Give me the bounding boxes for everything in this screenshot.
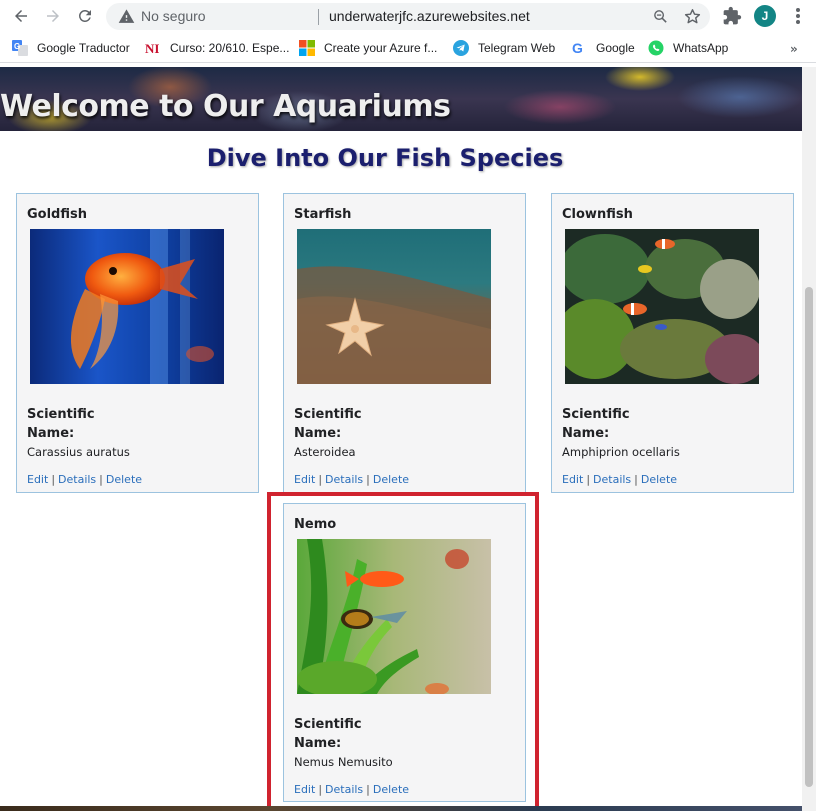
scientific-name-label: Scientific Name: — [27, 407, 95, 441]
bookmark-star-icon[interactable] — [683, 7, 702, 26]
bookmark-label: Google Traductor — [37, 41, 130, 55]
fish-card-clownfish: Clownfish Scientific Name: Amphiprion oc… — [551, 193, 794, 493]
highlight-box — [267, 492, 539, 811]
bookmarks-bar: G Google Traductor NI Curso: 20/610. Esp… — [0, 33, 816, 63]
link-separator: | — [634, 473, 638, 486]
details-link[interactable]: Details — [593, 473, 631, 486]
page-subtitle: Dive Into Our Fish Species — [206, 144, 564, 172]
edit-link[interactable]: Edit — [562, 473, 583, 486]
hero-title: Welcome to Our Aquariums — [0, 89, 451, 124]
link-separator: | — [51, 473, 56, 486]
delete-link[interactable]: Delete — [373, 473, 409, 486]
edit-link[interactable]: Edit — [294, 473, 315, 486]
ni-icon: NI — [145, 40, 161, 56]
bookmark-google[interactable]: G Google — [571, 39, 635, 57]
security-label[interactable]: No seguro — [141, 8, 206, 24]
google-icon: G — [571, 40, 587, 56]
bookmark-label: Curso: 20/610. Espe... — [170, 41, 290, 55]
footer-strip — [0, 806, 802, 811]
address-bar[interactable]: No seguro underwaterjfc.azurewebsites.ne… — [106, 3, 710, 30]
bookmark-google-translate[interactable]: G Google Traductor — [12, 39, 130, 57]
scientific-name-value: Asteroidea — [294, 445, 356, 459]
bookmark-label: Telegram Web — [478, 41, 556, 55]
details-link[interactable]: Details — [325, 473, 363, 486]
extensions-icon[interactable] — [722, 6, 742, 26]
delete-link[interactable]: Delete — [106, 473, 142, 486]
bookmark-label: Create your Azure f... — [324, 41, 438, 55]
card-actions: Edit | Details | Delete — [294, 473, 409, 486]
google-translate-icon: G — [12, 40, 28, 56]
fish-card-starfish: Starfish Scientific Name: Asteroidea Edi… — [283, 193, 526, 493]
bookmark-label: Google — [596, 41, 635, 55]
fish-photo-goldfish — [30, 229, 224, 384]
scientific-name-value: Amphiprion ocellaris — [562, 445, 680, 459]
reload-icon — [78, 9, 91, 22]
card-actions: Edit | Details | Delete — [562, 473, 677, 486]
browser-toolbar: No seguro underwaterjfc.azurewebsites.ne… — [0, 0, 816, 33]
bookmarks-overflow-button[interactable]: » — [790, 42, 798, 56]
page-viewport: Welcome to Our Aquariums Dive Into Our F… — [0, 67, 802, 811]
menu-kebab-icon[interactable] — [790, 6, 806, 26]
bookmark-telegram[interactable]: Telegram Web — [453, 39, 555, 57]
page-scrollbar[interactable] — [802, 67, 816, 811]
scientific-name-value: Carassius auratus — [27, 445, 130, 459]
arrow-right-icon — [47, 10, 59, 22]
link-separator: | — [586, 473, 591, 486]
microsoft-icon — [299, 40, 315, 56]
fish-photo-clownfish — [565, 229, 759, 384]
fish-name: Starfish — [294, 207, 352, 222]
telegram-icon — [453, 40, 469, 56]
svg-text:G: G — [14, 42, 20, 51]
omnibox-divider — [318, 9, 319, 25]
fish-name: Goldfish — [27, 207, 87, 222]
svg-text:G: G — [572, 40, 583, 56]
scrollbar-thumb[interactable] — [805, 287, 813, 787]
zoom-icon[interactable] — [652, 8, 669, 25]
bookmark-curso[interactable]: NI Curso: 20/610. Espe... — [145, 39, 289, 57]
bookmark-azure[interactable]: Create your Azure f... — [299, 39, 437, 57]
card-actions: Edit | Details | Delete — [27, 473, 142, 486]
delete-link[interactable]: Delete — [641, 473, 677, 486]
whatsapp-icon — [648, 40, 664, 56]
hero-banner: Welcome to Our Aquariums — [0, 67, 802, 131]
url-text[interactable]: underwaterjfc.azurewebsites.net — [329, 8, 530, 24]
warning-icon — [118, 9, 135, 23]
fish-photo-starfish — [297, 229, 491, 384]
link-separator: | — [318, 473, 323, 486]
link-separator: | — [366, 473, 370, 486]
edit-link[interactable]: Edit — [27, 473, 48, 486]
scientific-name-label: Scientific Name: — [562, 407, 630, 441]
bookmark-label: WhatsApp — [673, 41, 729, 55]
details-link[interactable]: Details — [58, 473, 96, 486]
profile-avatar[interactable]: J — [754, 5, 776, 27]
fish-name: Clownfish — [562, 207, 633, 222]
bookmark-whatsapp[interactable]: WhatsApp — [648, 39, 728, 57]
forward-button[interactable] — [41, 4, 65, 28]
arrow-left-icon — [15, 10, 27, 22]
fish-card-goldfish: Goldfish Scientific Name: Carassius aura… — [16, 193, 259, 493]
svg-text:NI: NI — [145, 41, 159, 56]
reload-button[interactable] — [73, 4, 97, 28]
scientific-name-label: Scientific Name: — [294, 407, 362, 441]
link-separator: | — [99, 473, 103, 486]
back-button[interactable] — [9, 4, 33, 28]
